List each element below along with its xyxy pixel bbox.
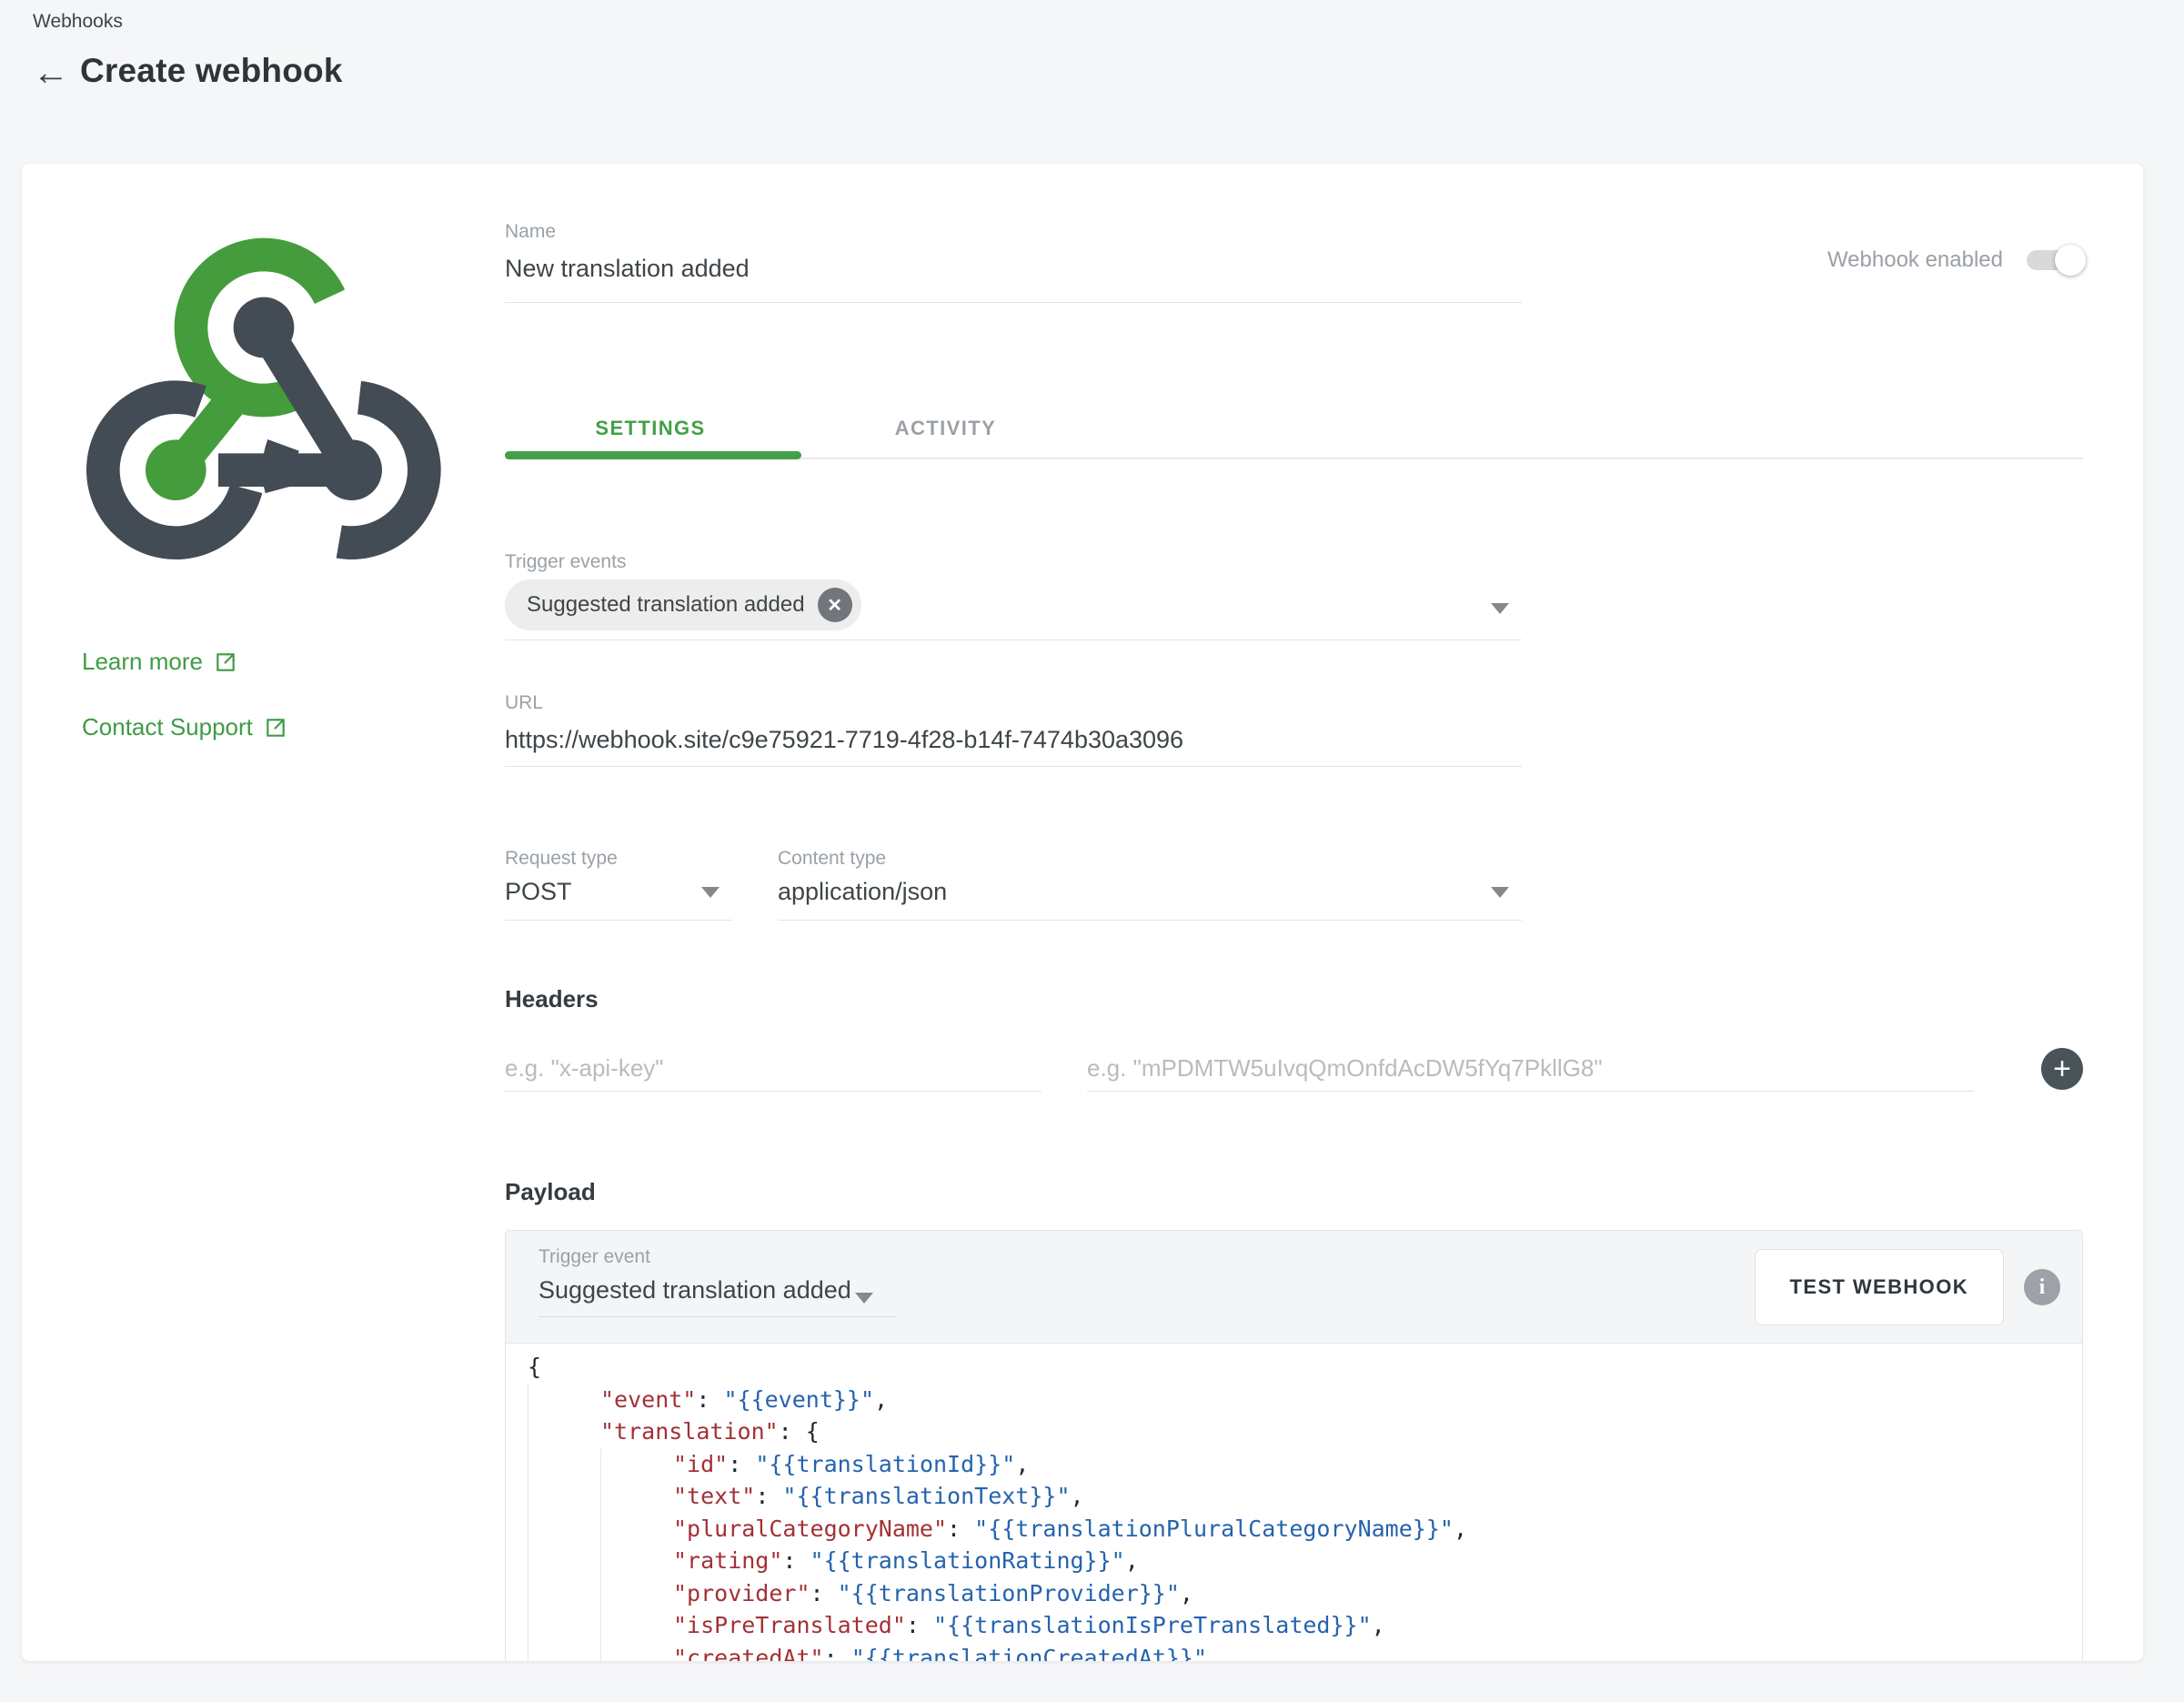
test-webhook-button[interactable]: TEST WEBHOOK [1755,1249,2004,1325]
payload-trigger-event-label: Trigger event [538,1245,895,1269]
payload-heading: Payload [505,1177,2083,1206]
webhook-card: Learn more Contact Support Name [22,164,2143,1661]
tabs: SETTINGS ACTIVITY [505,403,2083,459]
webhook-enabled-switch[interactable] [2027,250,2083,270]
name-value[interactable]: New translation added [505,253,1522,284]
content-type-label: Content type [778,847,1522,871]
payload-panel-header: Trigger event Suggested translation adde… [506,1231,2082,1344]
page-title: Create webhook [80,52,343,90]
left-column: Learn more Contact Support [22,164,505,1661]
external-link-icon [214,650,237,674]
chevron-down-icon[interactable] [855,1293,873,1304]
info-icon[interactable]: i [2024,1269,2060,1305]
webhook-logo-icon [82,227,446,591]
name-label: Name [505,220,1522,244]
learn-more-label: Learn more [82,648,203,676]
chip-remove-icon[interactable]: ✕ [818,588,852,622]
back-arrow-icon[interactable]: ← [27,49,75,96]
payload-code[interactable]: {"event": "{{event}}","translation": {"i… [506,1344,2082,1661]
trigger-events-label: Trigger events [505,550,1522,574]
payload-trigger-event-select[interactable]: Trigger event Suggested translation adde… [538,1245,895,1317]
payload-trigger-event-value[interactable]: Suggested translation added [538,1274,895,1305]
main-column: Name New translation added Webhook enabl… [505,164,2083,1661]
tab-activity[interactable]: ACTIVITY [800,403,1091,454]
create-webhook-page: Webhooks ← Create webhook [0,0,2184,1702]
trigger-events-field[interactable]: Trigger events Suggested translation add… [505,550,1522,640]
contact-support-link[interactable]: Contact Support [82,713,287,741]
chevron-down-icon[interactable] [1491,887,1509,898]
external-link-icon [264,716,287,740]
url-label: URL [505,691,1522,715]
breadcrumb: Webhooks [33,11,123,33]
content-type-select[interactable]: Content type application/json [778,847,1522,921]
url-field[interactable]: URL https://webhook.site/c9e75921-7719-4… [505,691,1522,767]
webhook-enabled-toggle-group: Webhook enabled [1827,247,2083,273]
contact-support-label: Contact Support [82,713,253,741]
name-field[interactable]: Name New translation added [505,220,1522,303]
headers-row: + [505,1046,2083,1092]
url-value[interactable]: https://webhook.site/c9e75921-7719-4f28-… [505,724,1522,755]
request-type-label: Request type [505,847,732,871]
chip-label: Suggested translation added [527,592,805,618]
chevron-down-icon[interactable] [1491,603,1509,614]
request-type-value[interactable]: POST [505,876,732,907]
header-key-input[interactable] [505,1046,1042,1092]
type-row: Request type POST Content type applicati… [505,847,2083,921]
add-header-button[interactable]: + [2041,1048,2083,1090]
webhook-enabled-label: Webhook enabled [1827,247,2003,273]
learn-more-link[interactable]: Learn more [82,648,237,676]
chevron-down-icon[interactable] [701,887,720,898]
request-type-select[interactable]: Request type POST [505,847,732,921]
tab-settings[interactable]: SETTINGS [505,403,796,454]
trigger-event-chip: Suggested translation added ✕ [505,579,861,630]
active-tab-indicator [505,451,801,459]
trigger-events-chips: Suggested translation added ✕ [505,579,1522,630]
headers-heading: Headers [505,984,2083,1013]
content-type-value[interactable]: application/json [778,876,1522,907]
header-value-input[interactable] [1087,1046,1974,1092]
payload-panel: Trigger event Suggested translation adde… [505,1230,2083,1661]
switch-knob [2055,245,2086,276]
